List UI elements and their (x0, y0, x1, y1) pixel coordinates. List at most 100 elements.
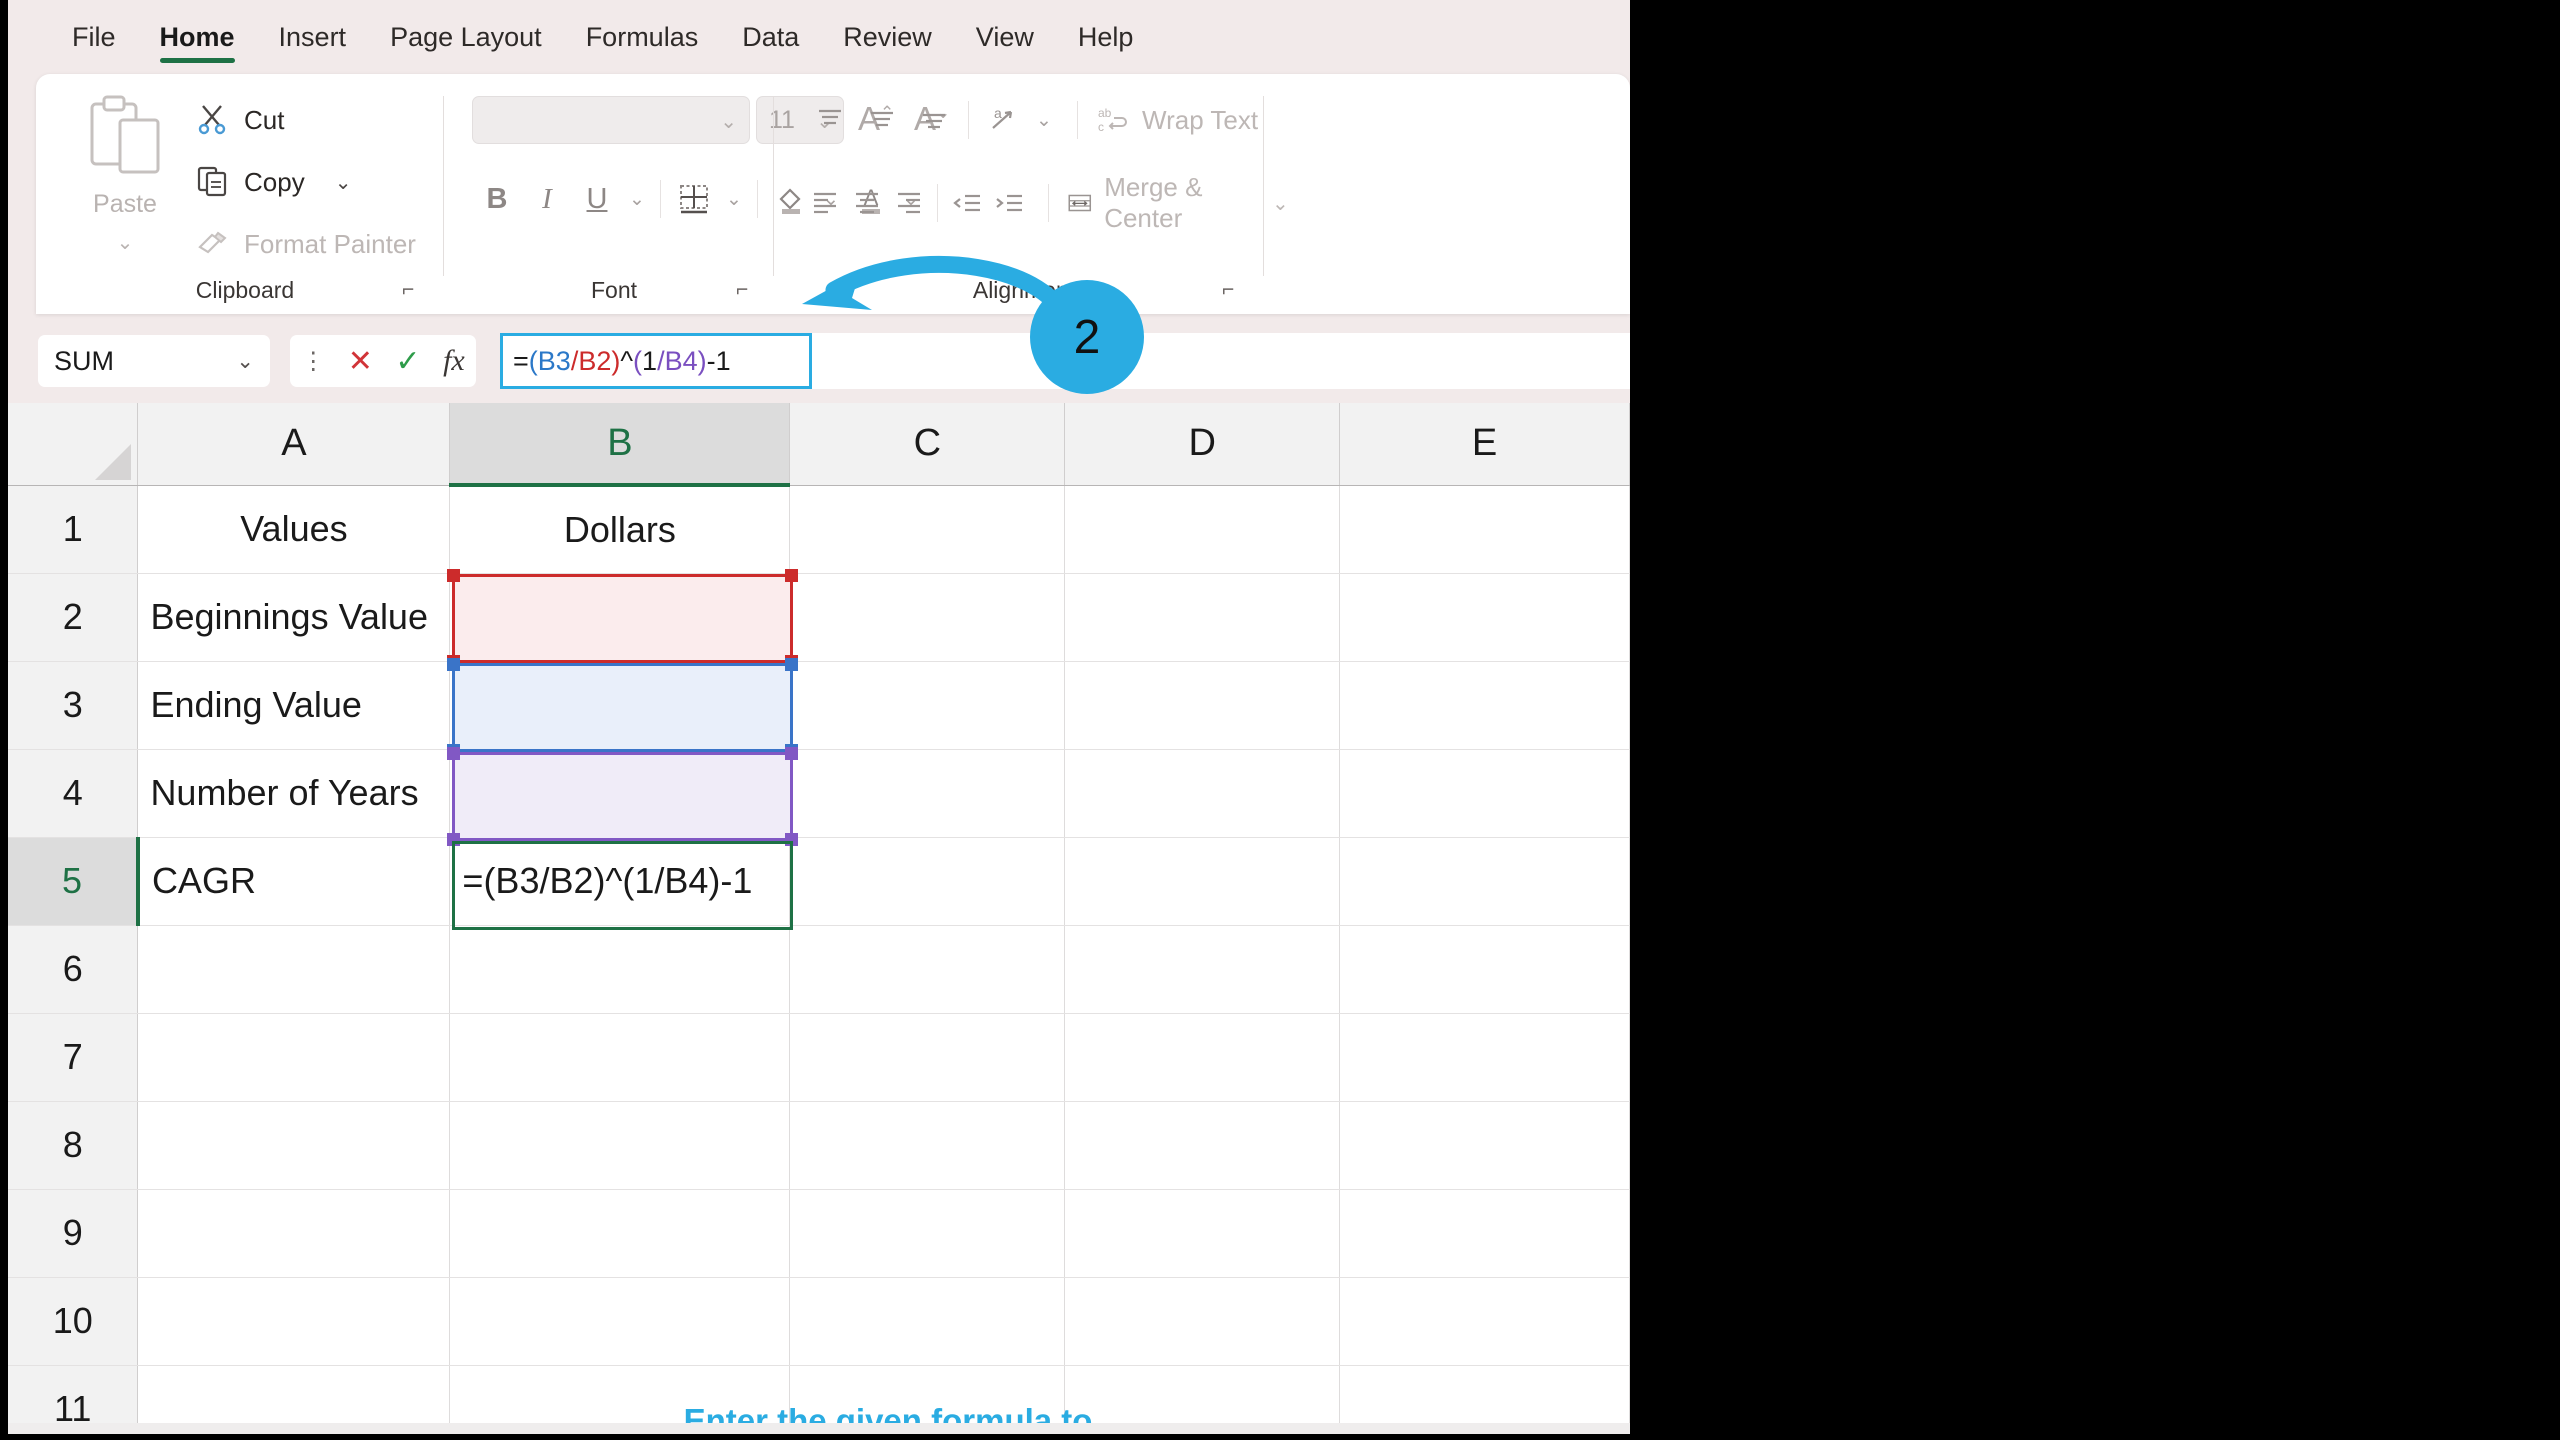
cell-C3[interactable] (789, 661, 1066, 750)
cell-A11[interactable] (137, 1365, 451, 1423)
align-center-icon[interactable] (846, 179, 888, 227)
cell-A8[interactable] (137, 1101, 451, 1190)
cell-C2[interactable] (789, 573, 1066, 662)
column-header-a[interactable]: A (137, 403, 451, 486)
ribbon-tab-home[interactable]: Home (138, 14, 257, 67)
ribbon-tab-review[interactable]: Review (821, 14, 954, 67)
alignment-dialog-launcher-icon[interactable]: ⌐ (1222, 278, 1246, 302)
chevron-down-icon[interactable]: ⌄ (720, 109, 737, 134)
column-header-c[interactable]: C (789, 403, 1066, 486)
cancel-x-icon[interactable]: ✕ (348, 344, 373, 379)
align-bottom-icon[interactable] (908, 96, 960, 144)
cell-E6[interactable] (1339, 925, 1630, 1014)
copy-chevron-down-icon[interactable]: ⌄ (335, 170, 352, 195)
ribbon-tab-insert[interactable]: Insert (257, 14, 369, 67)
chevron-down-icon[interactable]: ⌄ (70, 230, 180, 255)
cell-C11[interactable] (789, 1365, 1066, 1423)
cell-D11[interactable] (1064, 1365, 1341, 1423)
cell-B9[interactable] (449, 1189, 791, 1278)
cell-A4[interactable]: Number of Years (137, 749, 451, 838)
cell-B11[interactable] (449, 1365, 791, 1423)
align-top-icon[interactable] (804, 96, 856, 144)
cell-C4[interactable] (789, 749, 1066, 838)
cell-D3[interactable] (1064, 661, 1341, 750)
row-header-4[interactable]: 4 (8, 749, 139, 838)
cell-E3[interactable] (1339, 661, 1630, 750)
cell-D8[interactable] (1064, 1101, 1341, 1190)
cell-E7[interactable] (1339, 1013, 1630, 1102)
ribbon-tab-file[interactable]: File (50, 14, 138, 67)
orientation-chevron-down-icon[interactable]: ⌄ (1029, 109, 1059, 132)
cell-E8[interactable] (1339, 1101, 1630, 1190)
cell-E1[interactable] (1339, 485, 1630, 574)
merge-center-button[interactable]: Merge & Center ⌄ (1067, 172, 1289, 234)
column-header-d[interactable]: D (1064, 403, 1341, 486)
bold-button[interactable]: B (472, 174, 522, 224)
clipboard-dialog-launcher-icon[interactable]: ⌐ (402, 278, 426, 302)
chevron-down-icon[interactable]: ⌄ (236, 349, 254, 374)
cell-D1[interactable] (1064, 485, 1341, 574)
cell-A9[interactable] (137, 1189, 451, 1278)
cut-button[interactable]: Cut (196, 96, 284, 144)
cell-A10[interactable] (137, 1277, 451, 1366)
format-painter-button[interactable]: Format Painter (196, 220, 416, 268)
paste-button[interactable]: Paste ⌄ (70, 92, 180, 262)
cell-D9[interactable] (1064, 1189, 1341, 1278)
cell-C6[interactable] (789, 925, 1066, 1014)
wrap-text-button[interactable]: ab c Wrap Text (1096, 104, 1258, 136)
align-middle-icon[interactable] (856, 96, 908, 144)
cell-E5[interactable] (1339, 837, 1630, 926)
row-header-6[interactable]: 6 (8, 925, 139, 1014)
align-right-icon[interactable] (888, 179, 930, 227)
orientation-icon[interactable]: a (977, 96, 1029, 144)
cell-C9[interactable] (789, 1189, 1066, 1278)
cell-A3[interactable]: Ending Value (137, 661, 451, 750)
cell-A1[interactable]: Values (137, 485, 451, 574)
row-header-7[interactable]: 7 (8, 1013, 139, 1102)
cell-A7[interactable] (137, 1013, 451, 1102)
row-header-8[interactable]: 8 (8, 1101, 139, 1190)
underline-button[interactable]: U (572, 174, 622, 224)
cell-E4[interactable] (1339, 749, 1630, 838)
cell-A6[interactable] (137, 925, 451, 1014)
ribbon-tab-view[interactable]: View (954, 14, 1056, 67)
cell-B1[interactable]: Dollars (449, 485, 791, 574)
row-header-5[interactable]: 5 (8, 837, 140, 926)
cell-E9[interactable] (1339, 1189, 1630, 1278)
row-header-1[interactable]: 1 (8, 485, 139, 574)
row-header-11[interactable]: 11 (8, 1365, 139, 1423)
formula-input[interactable]: =(B3/B2) ^(1/B4) -1 (500, 333, 812, 389)
cell-A2[interactable]: Beginnings Value (137, 573, 451, 662)
cell-E10[interactable] (1339, 1277, 1630, 1366)
cell-B2[interactable]: 10000 (449, 573, 791, 662)
cell-D10[interactable] (1064, 1277, 1341, 1366)
cell-D6[interactable] (1064, 925, 1341, 1014)
cell-C7[interactable] (789, 1013, 1066, 1102)
cell-B7[interactable] (449, 1013, 791, 1102)
cell-B6[interactable] (449, 925, 791, 1014)
borders-chevron-down-icon[interactable]: ⌄ (719, 188, 749, 211)
cell-C8[interactable] (789, 1101, 1066, 1190)
cell-B10[interactable] (449, 1277, 791, 1366)
row-header-9[interactable]: 9 (8, 1189, 139, 1278)
cell-B3[interactable]: 25000 (449, 661, 791, 750)
cell-A5[interactable]: CAGR (137, 837, 451, 926)
name-box[interactable]: SUM ⌄ (38, 335, 270, 387)
increase-indent-icon[interactable] (988, 179, 1030, 227)
cell-D5[interactable] (1064, 837, 1341, 926)
cell-D2[interactable] (1064, 573, 1341, 662)
cell-B4[interactable]: 5 (449, 749, 791, 838)
ribbon-tab-help[interactable]: Help (1056, 14, 1156, 67)
select-all-corner[interactable] (8, 403, 139, 486)
cell-E11[interactable] (1339, 1365, 1630, 1423)
cell-C10[interactable] (789, 1277, 1066, 1366)
row-header-2[interactable]: 2 (8, 573, 139, 662)
row-header-10[interactable]: 10 (8, 1277, 139, 1366)
cell-C5[interactable] (789, 837, 1066, 926)
insert-function-icon[interactable]: fx (443, 344, 465, 378)
cell-B5[interactable]: =(B3/B2)^(1/B4)-1 (449, 837, 791, 926)
row-header-3[interactable]: 3 (8, 661, 139, 750)
underline-chevron-down-icon[interactable]: ⌄ (622, 188, 652, 211)
decrease-indent-icon[interactable] (946, 179, 988, 227)
column-header-e[interactable]: E (1339, 403, 1630, 486)
